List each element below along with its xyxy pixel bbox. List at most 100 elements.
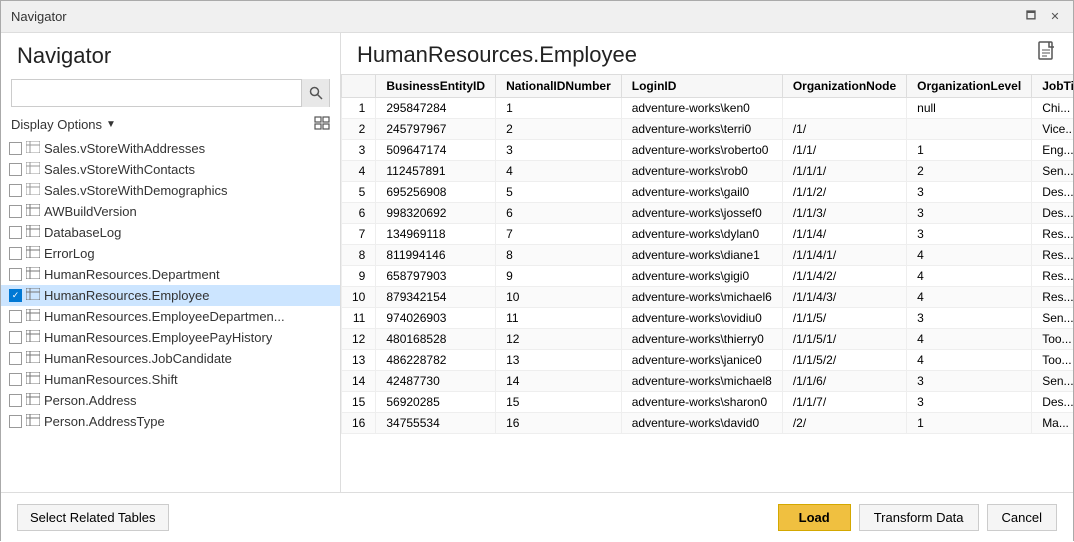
table-cell: 480168528: [376, 329, 496, 350]
table-row: 69983206926adventure-works\jossef0/1/1/3…: [342, 203, 1074, 224]
minimize-button[interactable]: 🗖: [1023, 9, 1039, 25]
table-cell: /1/1/3/: [782, 203, 906, 224]
nav-list-item[interactable]: ✓ HumanResources.Employee: [1, 285, 340, 306]
table-type-icon: [26, 393, 40, 408]
table-cell: 6: [496, 203, 622, 224]
nav-item-checkbox[interactable]: [9, 268, 22, 281]
nav-item-checkbox[interactable]: [9, 205, 22, 218]
nav-item-checkbox[interactable]: [9, 142, 22, 155]
nav-list-item[interactable]: AWBuildVersion: [1, 201, 340, 222]
nav-list-item[interactable]: HumanResources.Shift: [1, 369, 340, 390]
table-type-icon: [26, 162, 40, 177]
title-bar-controls: 🗖 ✕: [1023, 9, 1063, 25]
nav-item-checkbox[interactable]: [9, 352, 22, 365]
nav-list-item[interactable]: ErrorLog: [1, 243, 340, 264]
nav-item-checkbox[interactable]: [9, 331, 22, 344]
table-cell: Too...: [1032, 350, 1073, 371]
table-cell: 879342154: [376, 287, 496, 308]
table-cell: 811994146: [376, 245, 496, 266]
close-button[interactable]: ✕: [1047, 9, 1063, 25]
table-row: 41124578914adventure-works\rob0/1/1/1/2S…: [342, 161, 1074, 182]
table-cell: /1/1/4/3/: [782, 287, 906, 308]
nav-item-checkbox[interactable]: [9, 184, 22, 197]
nav-list-item[interactable]: DatabaseLog: [1, 222, 340, 243]
table-type-icon: [26, 372, 40, 387]
nav-list-item[interactable]: Person.Address: [1, 390, 340, 411]
table-cell: 695256908: [376, 182, 496, 203]
cancel-button[interactable]: Cancel: [987, 504, 1057, 531]
load-button[interactable]: Load: [778, 504, 851, 531]
table-cell: 4: [496, 161, 622, 182]
table-type-icon: [26, 351, 40, 366]
table-cell: Sen...: [1032, 308, 1073, 329]
nav-item-checkbox[interactable]: [9, 394, 22, 407]
table-cell: 3: [907, 371, 1032, 392]
row-number: 4: [342, 161, 376, 182]
row-number: 12: [342, 329, 376, 350]
nav-list-item[interactable]: HumanResources.Department: [1, 264, 340, 285]
nav-list-item[interactable]: Sales.vStoreWithAddresses: [1, 138, 340, 159]
nav-item-checkbox[interactable]: [9, 310, 22, 323]
table-cell: 12: [496, 329, 622, 350]
table-row: 144248773014adventure-works\michael8/1/1…: [342, 371, 1074, 392]
table-cell: Des...: [1032, 392, 1073, 413]
nav-list-item[interactable]: HumanResources.EmployeePayHistory: [1, 327, 340, 348]
display-options-button[interactable]: Display Options ▼: [11, 117, 116, 132]
search-icon-btn[interactable]: [301, 79, 329, 107]
table-cell: /1/1/5/2/: [782, 350, 906, 371]
nav-list-item[interactable]: Sales.vStoreWithDemographics: [1, 180, 340, 201]
table-cell: 34755534: [376, 413, 496, 434]
view-icon-btn[interactable]: [314, 115, 330, 134]
table-row: 22457979672adventure-works\terri0/1/Vice…: [342, 119, 1074, 140]
nav-list-item[interactable]: HumanResources.JobCandidate: [1, 348, 340, 369]
table-cell: 11: [496, 308, 622, 329]
table-cell: 4: [907, 245, 1032, 266]
nav-item-label: HumanResources.Employee: [44, 288, 209, 303]
table-cell: Chi...: [1032, 98, 1073, 119]
table-cell: Des...: [1032, 182, 1073, 203]
display-options-arrow: ▼: [106, 119, 116, 130]
nav-item-label: HumanResources.JobCandidate: [44, 351, 232, 366]
nav-item-label: HumanResources.Shift: [44, 372, 178, 387]
table-cell: 8: [496, 245, 622, 266]
nav-item-label: AWBuildVersion: [44, 204, 137, 219]
table-row: 1348622878213adventure-works\janice0/1/1…: [342, 350, 1074, 371]
select-related-button[interactable]: Select Related Tables: [17, 504, 169, 531]
data-table: BusinessEntityIDNationalIDNumberLoginIDO…: [341, 74, 1073, 434]
table-row: 1087934215410adventure-works\michael6/1/…: [342, 287, 1074, 308]
nav-item-label: ErrorLog: [44, 246, 95, 261]
nav-list-item[interactable]: HumanResources.EmployeeDepartmen...: [1, 306, 340, 327]
row-number: 16: [342, 413, 376, 434]
preview-icon-btn[interactable]: [1037, 41, 1057, 68]
table-cell: adventure-works\dylan0: [621, 224, 782, 245]
nav-list-item[interactable]: Sales.vStoreWithContacts: [1, 159, 340, 180]
nav-item-checkbox[interactable]: ✓: [9, 289, 22, 302]
nav-list-item[interactable]: Person.AddressType: [1, 411, 340, 432]
row-number: 14: [342, 371, 376, 392]
right-panel: HumanResources.Employee BusinessEntityID…: [341, 33, 1073, 492]
nav-item-checkbox[interactable]: [9, 163, 22, 176]
table-cell: 4: [907, 287, 1032, 308]
transform-data-button[interactable]: Transform Data: [859, 504, 979, 531]
row-number: 1: [342, 98, 376, 119]
data-table-container[interactable]: BusinessEntityIDNationalIDNumberLoginIDO…: [341, 74, 1073, 492]
table-type-icon: [26, 246, 40, 261]
nav-item-label: Sales.vStoreWithContacts: [44, 162, 195, 177]
nav-item-checkbox[interactable]: [9, 415, 22, 428]
nav-list-wrapper[interactable]: Sales.vStoreWithAddresses Sales.vStoreWit…: [1, 138, 340, 492]
search-input[interactable]: [12, 80, 301, 106]
nav-item-checkbox[interactable]: [9, 373, 22, 386]
table-column-header: LoginID: [621, 75, 782, 98]
nav-item-checkbox[interactable]: [9, 226, 22, 239]
table-column-header: NationalIDNumber: [496, 75, 622, 98]
row-number: 9: [342, 266, 376, 287]
table-cell: 1: [496, 98, 622, 119]
nav-item-label: HumanResources.Department: [44, 267, 220, 282]
nav-item-label: Sales.vStoreWithDemographics: [44, 183, 228, 198]
nav-item-label: DatabaseLog: [44, 225, 121, 240]
table-cell: 3: [907, 224, 1032, 245]
table-cell: adventure-works\rob0: [621, 161, 782, 182]
table-type-icon: [26, 267, 40, 282]
nav-item-checkbox[interactable]: [9, 247, 22, 260]
table-row: 96587979039adventure-works\gigi0/1/1/4/2…: [342, 266, 1074, 287]
